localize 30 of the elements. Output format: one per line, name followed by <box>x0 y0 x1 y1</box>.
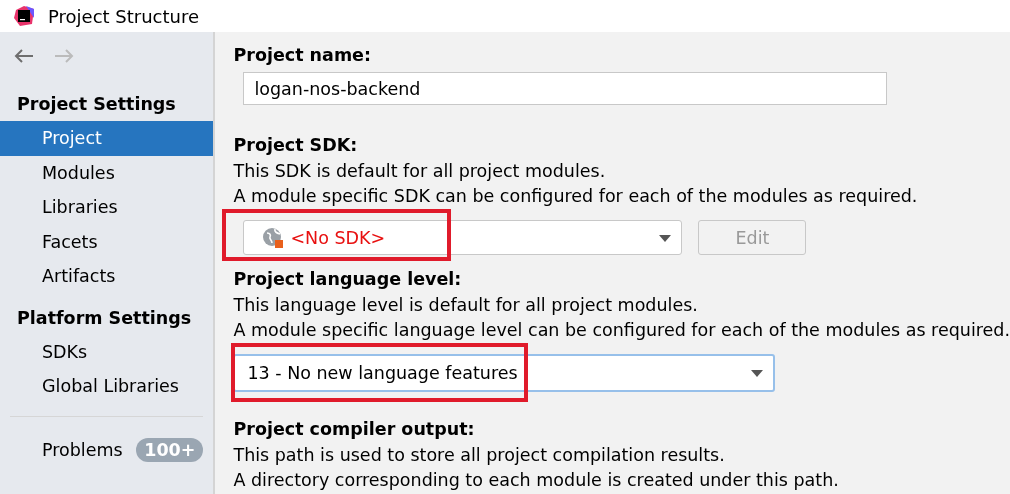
sidebar-heading: Platform Settings <box>16 306 193 330</box>
globe-icon <box>262 226 285 249</box>
description-text: This SDK is default for all project modules. <box>233 159 607 183</box>
section-heading: Project language level: <box>233 268 463 291</box>
sdk-dropdown[interactable]: <No SDK> <box>243 220 683 255</box>
section-heading: Project name: <box>233 44 372 67</box>
caret-icon <box>751 370 764 377</box>
sidebar-item[interactable]: SDKs <box>0 334 214 369</box>
description-text: This path is used to store all project compilation results. <box>233 443 726 467</box>
description-text: A directory corresponding to each module is created under this path. <box>233 468 840 492</box>
caret-icon <box>659 235 672 242</box>
project-name-field[interactable]: logan-nos-backend <box>243 72 888 105</box>
sidebar-item[interactable]: Modules <box>0 155 214 190</box>
problems-item[interactable]: Problems <box>42 439 123 460</box>
description-text: This language level is default for all project modules. <box>233 293 699 317</box>
sidebar-heading: Project Settings <box>16 93 177 116</box>
window-title: Project Structure <box>48 5 200 27</box>
app-logo-icon <box>14 6 34 26</box>
description-text: A module specific SDK can be configured for each of the modules as required. <box>233 184 919 208</box>
back-arrow-icon[interactable] <box>14 49 34 63</box>
section-heading: Project compiler output: <box>233 418 476 441</box>
sidebar-item[interactable]: Project <box>0 121 214 156</box>
description-text: A module specific language level can be configured for each of the modules as required. <box>233 318 1010 342</box>
language-level-dropdown[interactable]: 13 - No new language features <box>233 354 776 392</box>
sidebar-item[interactable]: Libraries <box>0 190 214 225</box>
sidebar-item[interactable]: Global Libraries <box>0 369 214 404</box>
problem-count-badge: 100+ <box>136 437 204 462</box>
sidebar-item[interactable]: Facets <box>0 224 214 259</box>
section-heading: Project SDK: <box>233 134 359 157</box>
sidebar-item[interactable]: Artifacts <box>0 259 214 294</box>
